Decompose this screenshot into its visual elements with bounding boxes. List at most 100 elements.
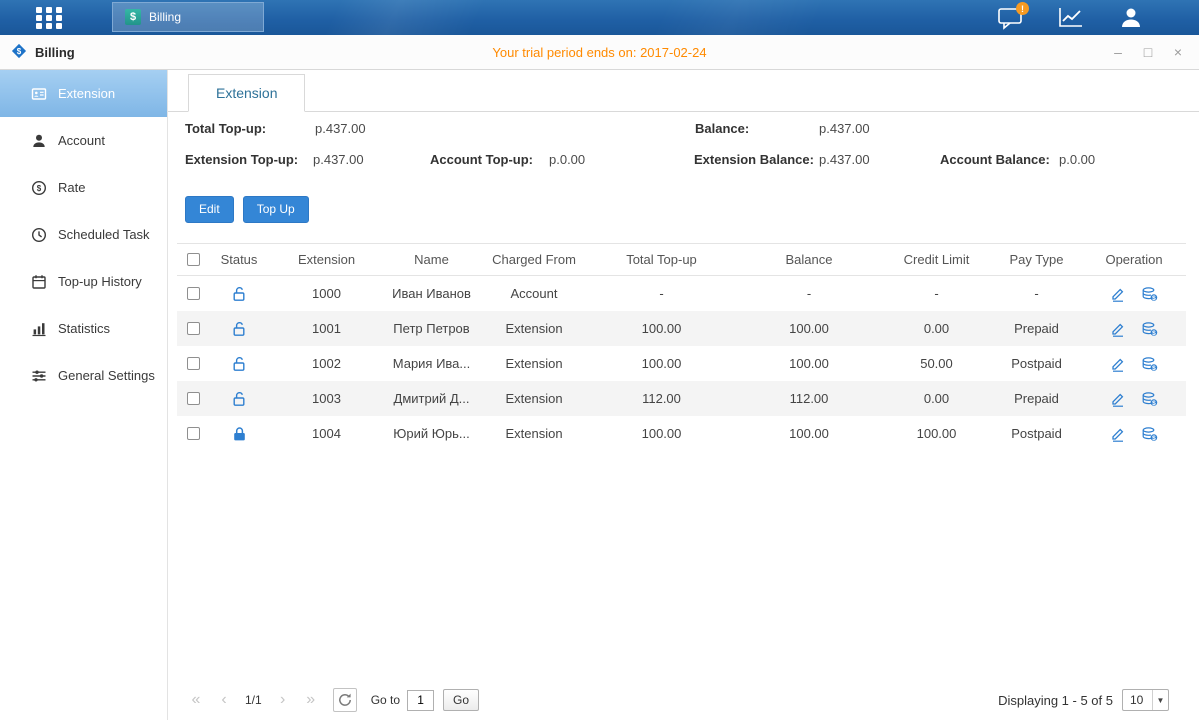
top-up-icon[interactable]: $: [1141, 356, 1158, 372]
prev-page-button[interactable]: ‹: [210, 688, 238, 712]
billing-diamond-icon: $: [10, 42, 28, 63]
total-topup-label: Total Top-up:: [185, 121, 266, 136]
account-topup-label: Account Top-up:: [430, 152, 533, 167]
extension-balance-label: Extension Balance:: [694, 152, 814, 167]
extension-topup-label: Extension Top-up:: [185, 152, 298, 167]
sidebar-item-label: Statistics: [58, 321, 110, 336]
sidebar-item-top-up-history[interactable]: Top-up History: [0, 258, 167, 305]
select-all-checkbox[interactable]: [187, 253, 200, 266]
topbar: $ Billing !: [0, 0, 1199, 35]
name-cell: Иван Иванов: [384, 286, 479, 301]
total-topup-cell: -: [589, 286, 734, 301]
sidebar-item-extension[interactable]: Extension: [0, 70, 167, 117]
row-checkbox[interactable]: [187, 357, 200, 370]
column-header-charged-from: Charged From: [479, 252, 589, 267]
row-checkbox[interactable]: [187, 427, 200, 440]
row-checkbox[interactable]: [187, 287, 200, 300]
sidebar-item-statistics[interactable]: Statistics: [0, 305, 167, 352]
balance-value: p.437.00: [819, 121, 870, 136]
table-row: 1002Мария Ива...Extension100.00100.0050.…: [177, 346, 1186, 381]
status-unlocked-icon: [232, 391, 247, 407]
goto-page-input[interactable]: [407, 690, 434, 711]
sidebar-item-label: Account: [58, 133, 105, 148]
minimize-button[interactable]: –: [1111, 45, 1125, 59]
next-page-button[interactable]: ›: [269, 688, 297, 712]
sidebar-item-rate[interactable]: $ Rate: [0, 164, 167, 211]
sidebar-item-label: Top-up History: [58, 274, 142, 289]
refresh-icon[interactable]: [333, 688, 357, 712]
messages-icon[interactable]: !: [981, 0, 1041, 35]
account-balance-label: Account Balance:: [940, 152, 1050, 167]
user-icon[interactable]: [1101, 0, 1161, 35]
close-button[interactable]: ×: [1171, 45, 1185, 59]
page-size-select[interactable]: 10 ▼: [1122, 689, 1169, 711]
sidebar-item-account[interactable]: Account: [0, 117, 167, 164]
sidebar-item-label: Scheduled Task: [58, 227, 150, 242]
go-button[interactable]: Go: [443, 689, 479, 711]
sidebar-item-scheduled-task[interactable]: Scheduled Task: [0, 211, 167, 258]
row-checkbox[interactable]: [187, 392, 200, 405]
pay-type-cell: Prepaid: [989, 321, 1084, 336]
top-up-button[interactable]: Top Up: [243, 196, 309, 223]
column-header-status: Status: [209, 252, 269, 267]
top-up-icon[interactable]: $: [1141, 391, 1158, 407]
charged-from-cell: Extension: [479, 426, 589, 441]
svg-text:$: $: [1152, 294, 1156, 301]
status-unlocked-icon: [232, 321, 247, 337]
table-row: 1000Иван ИвановAccount----$: [177, 276, 1186, 311]
taskbar-item-label: Billing: [149, 10, 181, 24]
status-unlocked-icon: [232, 286, 247, 302]
credit-limit-cell: 0.00: [884, 391, 989, 406]
extension-balance-value: p.437.00: [819, 152, 870, 167]
column-header-name: Name: [384, 252, 479, 267]
charged-from-cell: Extension: [479, 321, 589, 336]
taskbar-item-billing[interactable]: $ Billing: [112, 2, 264, 32]
chart-icon[interactable]: [1041, 0, 1101, 35]
credit-limit-cell: 100.00: [884, 426, 989, 441]
main-content: Extension Total Top-up: p.437.00 Balance…: [168, 70, 1199, 720]
table-header-row: StatusExtensionNameCharged FromTotal Top…: [177, 243, 1186, 276]
apps-grid-icon[interactable]: [36, 7, 62, 29]
edit-icon[interactable]: [1110, 321, 1126, 337]
svg-text:$: $: [37, 184, 42, 193]
edit-button[interactable]: Edit: [185, 196, 234, 223]
extension-cell: 1004: [269, 426, 384, 441]
general-settings-icon: [31, 368, 47, 384]
pay-type-cell: Postpaid: [989, 356, 1084, 371]
top-up-icon[interactable]: $: [1141, 426, 1158, 442]
pay-type-cell: Postpaid: [989, 426, 1084, 441]
rate-icon: $: [31, 180, 47, 196]
top-up-history-icon: [31, 274, 47, 290]
name-cell: Петр Петров: [384, 321, 479, 336]
table-row: 1004Юрий Юрь...Extension100.00100.00100.…: [177, 416, 1186, 451]
top-up-icon[interactable]: $: [1141, 286, 1158, 302]
total-topup-cell: 100.00: [589, 356, 734, 371]
edit-icon[interactable]: [1110, 391, 1126, 407]
edit-icon[interactable]: [1110, 426, 1126, 442]
tab-extension[interactable]: Extension: [188, 74, 305, 112]
row-checkbox[interactable]: [187, 322, 200, 335]
window-title: Billing: [35, 45, 75, 60]
first-page-button[interactable]: «: [182, 688, 210, 712]
name-cell: Дмитрий Д...: [384, 391, 479, 406]
table-row: 1003Дмитрий Д...Extension112.00112.000.0…: [177, 381, 1186, 416]
balance-label: Balance:: [695, 121, 749, 136]
balance-cell: 100.00: [734, 426, 884, 441]
goto-label: Go to: [371, 693, 400, 707]
top-up-icon[interactable]: $: [1141, 321, 1158, 337]
balance-cell: 100.00: [734, 356, 884, 371]
sidebar-item-general-settings[interactable]: General Settings: [0, 352, 167, 399]
charged-from-cell: Account: [479, 286, 589, 301]
sidebar-item-label: Rate: [58, 180, 85, 195]
table-body: 1000Иван ИвановAccount----$1001Петр Петр…: [177, 276, 1186, 451]
edit-icon[interactable]: [1110, 286, 1126, 302]
maximize-button[interactable]: □: [1141, 45, 1155, 59]
displaying-text: Displaying 1 - 5 of 5: [998, 693, 1113, 708]
trial-notice: Your trial period ends on: 2017-02-24: [0, 35, 1199, 69]
last-page-button[interactable]: »: [297, 688, 325, 712]
extension-topup-value: p.437.00: [313, 152, 364, 167]
edit-icon[interactable]: [1110, 356, 1126, 372]
total-topup-value: p.437.00: [315, 121, 366, 136]
total-topup-cell: 100.00: [589, 321, 734, 336]
sidebar-menu: Extension Account $ Rate Scheduled Task Top-u…: [0, 70, 168, 720]
